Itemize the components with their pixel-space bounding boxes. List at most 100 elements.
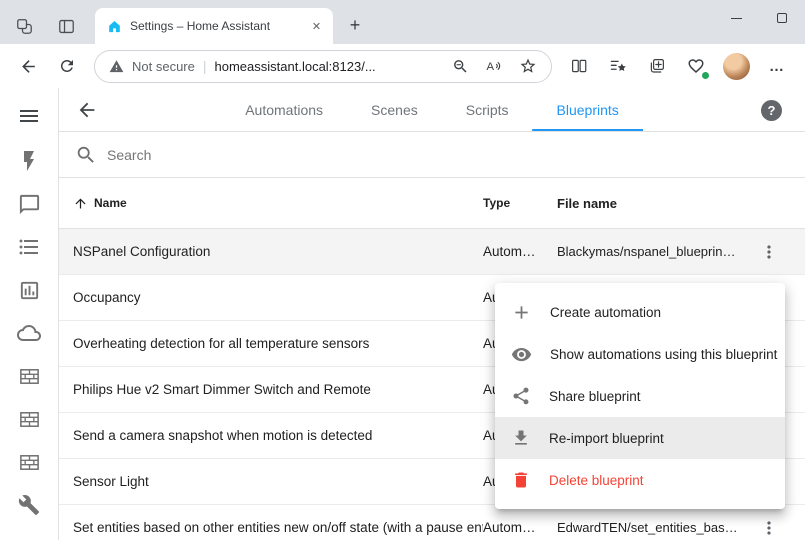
tab-scenes[interactable]: Scenes <box>347 88 442 131</box>
column-header-name[interactable]: Name <box>94 196 127 210</box>
browser-toolbar: Not secure | homeassistant.local:8123/..… <box>0 44 805 88</box>
tab-automations[interactable]: Automations <box>221 88 347 131</box>
tab-title: Settings – Home Assistant <box>130 19 300 33</box>
browser-tab[interactable]: Settings – Home Assistant ✕ <box>95 8 333 44</box>
split-screen-button[interactable] <box>561 49 597 83</box>
nav-tabs: Automations Scenes Scripts Blueprints <box>221 88 643 131</box>
sidebar-item-wall-2[interactable] <box>17 407 41 431</box>
address-divider: | <box>203 58 207 74</box>
sidebar-item-logbook[interactable] <box>17 235 41 259</box>
read-aloud-button[interactable] <box>481 53 507 79</box>
share-icon <box>511 386 531 406</box>
sidebar-item-energy[interactable] <box>17 149 41 173</box>
menu-item-create-automation[interactable]: Create automation <box>495 291 785 333</box>
menu-icon <box>17 104 41 128</box>
row-name-cell: Overheating detection for all temperatur… <box>59 336 483 351</box>
row-name-cell: Philips Hue v2 Smart Dimmer Switch and R… <box>59 382 483 397</box>
tab-blueprints[interactable]: Blueprints <box>533 88 643 131</box>
kebab-menu-icon <box>759 518 779 538</box>
maximize-icon <box>777 13 787 23</box>
menu-item-label: Delete blueprint <box>549 473 644 488</box>
menu-item-label: Re-import blueprint <box>549 431 664 446</box>
security-label[interactable]: Not secure <box>132 59 195 74</box>
back-icon <box>19 57 38 76</box>
status-dot <box>701 71 710 80</box>
column-header-type[interactable]: Type <box>483 196 557 210</box>
collections-icon <box>648 57 666 75</box>
list-icon <box>17 235 41 259</box>
zoom-out-icon <box>452 58 469 75</box>
url-text[interactable]: homeassistant.local:8123/... <box>215 59 439 74</box>
column-header-file[interactable]: File name <box>557 196 747 211</box>
sidebar-item-chat[interactable] <box>17 192 41 216</box>
menu-item-label: Create automation <box>550 305 661 320</box>
row-file-cell: EdwardTEN/set_entities_bas… <box>557 520 747 535</box>
home-assistant-logo-icon <box>107 19 122 34</box>
table-header: Name Type File name <box>59 178 805 229</box>
back-button[interactable] <box>10 49 46 83</box>
kebab-menu-icon <box>759 242 779 262</box>
tab-layout-button[interactable] <box>52 14 80 38</box>
favorites-hub-button[interactable] <box>600 49 636 83</box>
download-icon <box>511 428 531 448</box>
row-overflow-menu-button[interactable] <box>755 238 783 266</box>
sidebar-item-wall-1[interactable] <box>17 364 41 388</box>
zoom-out-button[interactable] <box>447 53 473 79</box>
workspaces-icon <box>15 17 34 36</box>
menu-item-label: Share blueprint <box>549 389 641 404</box>
wrench-icon <box>18 494 40 516</box>
ha-appbar: Automations Scenes Scripts Blueprints ? <box>59 88 805 132</box>
row-name-cell: Occupancy <box>59 290 483 305</box>
sort-ascending-icon <box>73 196 88 211</box>
menu-item-label: Show automations using this blueprint <box>550 347 777 362</box>
menu-item-reimport-blueprint[interactable]: Re-import blueprint <box>495 417 785 459</box>
search-bar <box>59 132 805 178</box>
workspaces-button[interactable] <box>10 14 38 38</box>
sidebar-item-cloud[interactable] <box>17 321 41 345</box>
trash-icon <box>511 470 531 490</box>
row-type-cell: Autom… <box>483 244 557 259</box>
window-minimize-button[interactable] <box>713 0 759 36</box>
row-name-cell: NSPanel Configuration <box>59 244 483 259</box>
sidebar-item-history[interactable] <box>17 278 41 302</box>
menu-item-share-blueprint[interactable]: Share blueprint <box>495 375 785 417</box>
ha-back-button[interactable] <box>67 90 107 130</box>
back-arrow-icon <box>76 99 98 121</box>
row-file-cell: Blackymas/nspanel_blueprin… <box>557 244 747 259</box>
refresh-icon <box>58 57 76 75</box>
wall-icon <box>18 365 41 388</box>
browser-titlebar: Settings – Home Assistant ✕ + <box>0 0 805 44</box>
address-bar[interactable]: Not secure | homeassistant.local:8123/..… <box>94 50 552 83</box>
browser-window: Settings – Home Assistant ✕ + Not secure… <box>0 0 805 540</box>
tab-close-button[interactable]: ✕ <box>308 18 325 35</box>
row-overflow-menu-button[interactable] <box>755 514 783 540</box>
ha-sidebar <box>0 88 59 540</box>
search-icon <box>75 144 97 166</box>
sidebar-item-wall-3[interactable] <box>17 450 41 474</box>
new-tab-button[interactable]: + <box>343 13 367 37</box>
help-button[interactable]: ? <box>761 100 782 121</box>
browser-menu-button[interactable]: … <box>759 49 795 83</box>
favorite-star-button[interactable] <box>515 53 541 79</box>
eye-icon <box>511 344 532 365</box>
row-type-cell: Autom… <box>483 520 557 535</box>
table-row[interactable]: Set entities based on other entities new… <box>59 505 805 540</box>
menu-item-delete-blueprint[interactable]: Delete blueprint <box>495 459 785 501</box>
sidebar-menu-button[interactable] <box>12 100 46 132</box>
wall-icon <box>18 408 41 431</box>
tab-scripts[interactable]: Scripts <box>442 88 533 131</box>
menu-item-show-automations[interactable]: Show automations using this blueprint <box>495 333 785 375</box>
refresh-button[interactable] <box>49 49 85 83</box>
sidebar-item-tools[interactable] <box>17 493 41 517</box>
window-maximize-button[interactable] <box>759 0 805 36</box>
chat-icon <box>18 193 41 216</box>
wall-icon <box>18 451 41 474</box>
table-row[interactable]: NSPanel Configuration Autom… Blackymas/n… <box>59 229 805 275</box>
search-input[interactable] <box>107 147 789 163</box>
browser-essentials-button[interactable] <box>678 49 714 83</box>
collections-button[interactable] <box>639 49 675 83</box>
profile-avatar[interactable] <box>723 53 750 80</box>
split-screen-icon <box>570 57 588 75</box>
blueprint-context-menu: Create automation Show automations using… <box>495 283 785 509</box>
not-secure-warning-icon <box>109 59 124 74</box>
